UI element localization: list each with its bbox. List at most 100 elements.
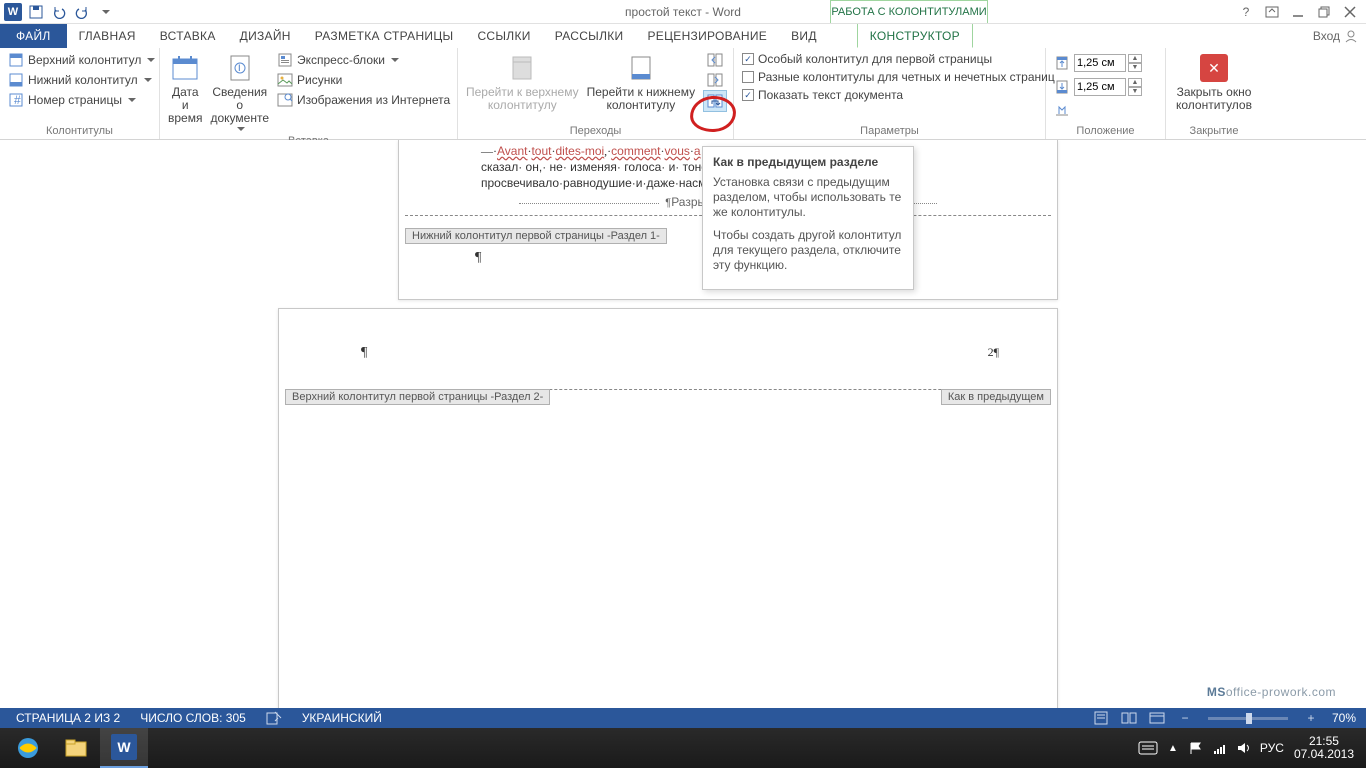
document-title: простой текст - Word (0, 5, 1366, 19)
link-to-previous-tooltip: Как в предыдущем разделе Установка связи… (702, 146, 914, 290)
header-top-input[interactable] (1074, 54, 1126, 72)
help-icon[interactable]: ? (1234, 1, 1258, 23)
link-previous-icon (707, 93, 723, 109)
taskbar: W ▲ РУС 21:5507.04.2013 (0, 728, 1366, 768)
sign-in-button[interactable]: Вход (1305, 24, 1366, 48)
goto-header-icon (506, 52, 538, 84)
tab-home[interactable]: ГЛАВНАЯ (67, 24, 148, 48)
page-number-label: Номер страницы (28, 93, 122, 107)
tray-clock[interactable]: 21:5507.04.2013 (1294, 735, 1354, 761)
tray-up-icon[interactable]: ▲ (1168, 743, 1178, 754)
minimize-icon[interactable] (1286, 1, 1310, 23)
tab-hf-design[interactable]: КОНСТРУКТОР (857, 24, 973, 48)
tab-references[interactable]: ССЫЛКИ (465, 24, 542, 48)
calendar-icon (169, 52, 201, 84)
link-to-previous-button[interactable] (703, 90, 727, 112)
group-close-label: Закрытие (1170, 123, 1258, 139)
close-hf-button[interactable]: ✕ Закрыть окноколонтитулов (1172, 50, 1256, 114)
restore-icon[interactable] (1312, 1, 1336, 23)
taskbar-explorer-icon[interactable] (52, 728, 100, 768)
different-odd-even-checkbox[interactable]: Разные колонтитулы для четных и нечетных… (738, 68, 1059, 86)
tray-volume-icon[interactable] (1236, 741, 1250, 755)
different-first-label: Особый колонтитул для первой страницы (758, 52, 992, 66)
spin-up-icon[interactable]: ▲ (1128, 78, 1142, 87)
different-odd-even-label: Разные колонтитулы для четных и нечетных… (758, 70, 1055, 84)
tab-page-layout[interactable]: РАЗМЕТКА СТРАНИЦЫ (303, 24, 466, 48)
paragraph-mark: ¶ (475, 250, 481, 266)
tray-language[interactable]: РУС (1260, 741, 1284, 755)
same-as-previous-tag: Как в предыдущем (941, 389, 1051, 405)
app-icon[interactable]: W (2, 1, 24, 23)
tray-keyboard-icon[interactable] (1138, 741, 1158, 755)
tray-network-icon[interactable] (1212, 741, 1226, 755)
view-web-layout-icon[interactable] (1146, 709, 1168, 727)
tab-view[interactable]: ВИД (779, 24, 829, 48)
tab-insert[interactable]: ВСТАВКА (148, 24, 228, 48)
svg-text:#: # (14, 93, 21, 107)
document-area[interactable]: —·Avant·tout·dites-moi,·comment·vous·a с… (0, 140, 1366, 710)
spin-up-icon[interactable]: ▲ (1128, 54, 1142, 63)
previous-section-button[interactable] (703, 50, 727, 70)
footer-bottom-input[interactable] (1074, 78, 1126, 96)
footer-tag-section1: Нижний колонтитул первой страницы -Разде… (405, 228, 667, 244)
tray-flag-icon[interactable] (1188, 741, 1202, 755)
footer-from-bottom-field[interactable]: ▲▼ (1050, 76, 1146, 98)
document-info-button[interactable]: i Сведения одокументе (206, 50, 273, 133)
spin-down-icon[interactable]: ▼ (1128, 63, 1142, 72)
page-number-field: 2¶ (988, 345, 999, 360)
taskbar-word-icon[interactable]: W (100, 728, 148, 768)
next-section-button[interactable] (703, 70, 727, 90)
goto-footer-button[interactable]: Перейти к нижнемуколонтитулу (583, 50, 700, 114)
checkbox-checked-icon: ✓ (742, 53, 754, 65)
save-icon[interactable] (25, 1, 47, 23)
undo-icon[interactable] (48, 1, 70, 23)
sign-in-label: Вход (1313, 29, 1340, 43)
contextual-tab-title: РАБОТА С КОЛОНТИТУЛАМИ (830, 0, 988, 23)
quick-parts-icon (277, 52, 293, 68)
group-hf-label: Колонтитулы (4, 123, 155, 139)
view-read-mode-icon[interactable] (1118, 709, 1140, 727)
zoom-slider[interactable] (1208, 717, 1288, 720)
quick-parts-button[interactable]: Экспресс-блоки (273, 50, 454, 70)
tab-file[interactable]: ФАЙЛ (0, 24, 67, 48)
footer-button[interactable]: Нижний колонтитул (4, 70, 156, 90)
header-button[interactable]: Верхний колонтитул (4, 50, 159, 70)
online-pictures-label: Изображения из Интернета (297, 93, 450, 107)
close-icon[interactable] (1338, 1, 1362, 23)
online-pictures-button[interactable]: Изображения из Интернета (273, 90, 454, 110)
taskbar-ie-icon[interactable] (4, 728, 52, 768)
qat-customize-icon[interactable] (94, 1, 116, 23)
group-position-label: Положение (1050, 123, 1161, 139)
status-word-count[interactable]: ЧИСЛО СЛОВ: 305 (130, 711, 256, 725)
status-page[interactable]: СТРАНИЦА 2 ИЗ 2 (6, 711, 130, 725)
date-time-button[interactable]: Дата ивремя (164, 50, 206, 127)
group-navigation-label: Переходы (462, 123, 729, 139)
redo-icon[interactable] (71, 1, 93, 23)
zoom-in-button[interactable]: + (1300, 709, 1322, 727)
different-first-page-checkbox[interactable]: ✓ Особый колонтитул для первой страницы (738, 50, 996, 68)
header-position-icon (1054, 55, 1070, 71)
zoom-level[interactable]: 70% (1328, 711, 1360, 725)
checkbox-icon (742, 71, 754, 83)
footer-label: Нижний колонтитул (28, 73, 138, 87)
status-proofing-icon[interactable] (256, 711, 292, 725)
view-print-layout-icon[interactable] (1090, 709, 1112, 727)
page-2[interactable]: ¶ 2¶ Верхний колонтитул первой страницы … (278, 308, 1058, 710)
tooltip-text-1: Установка связи с предыдущим разделом, ч… (713, 175, 903, 220)
insert-alignment-tab-button[interactable] (1050, 100, 1074, 120)
spin-down-icon[interactable]: ▼ (1128, 87, 1142, 96)
tab-review[interactable]: РЕЦЕНЗИРОВАНИЕ (635, 24, 779, 48)
show-document-label: Показать текст документа (758, 88, 903, 102)
tab-mailings[interactable]: РАССЫЛКИ (543, 24, 636, 48)
zoom-out-button[interactable]: − (1174, 709, 1196, 727)
header-icon (8, 52, 24, 68)
ribbon-display-icon[interactable] (1260, 1, 1284, 23)
show-document-text-checkbox[interactable]: ✓Показать текст документа (738, 86, 907, 104)
page-number-button[interactable]: # Номер страницы (4, 90, 140, 110)
pictures-button[interactable]: Рисунки (273, 70, 454, 90)
svg-text:i: i (238, 60, 241, 74)
footer-position-icon (1054, 79, 1070, 95)
tab-design[interactable]: ДИЗАЙН (228, 24, 303, 48)
status-language[interactable]: УКРАИНСКИЙ (292, 711, 392, 725)
header-from-top-field[interactable]: ▲▼ (1050, 52, 1146, 74)
